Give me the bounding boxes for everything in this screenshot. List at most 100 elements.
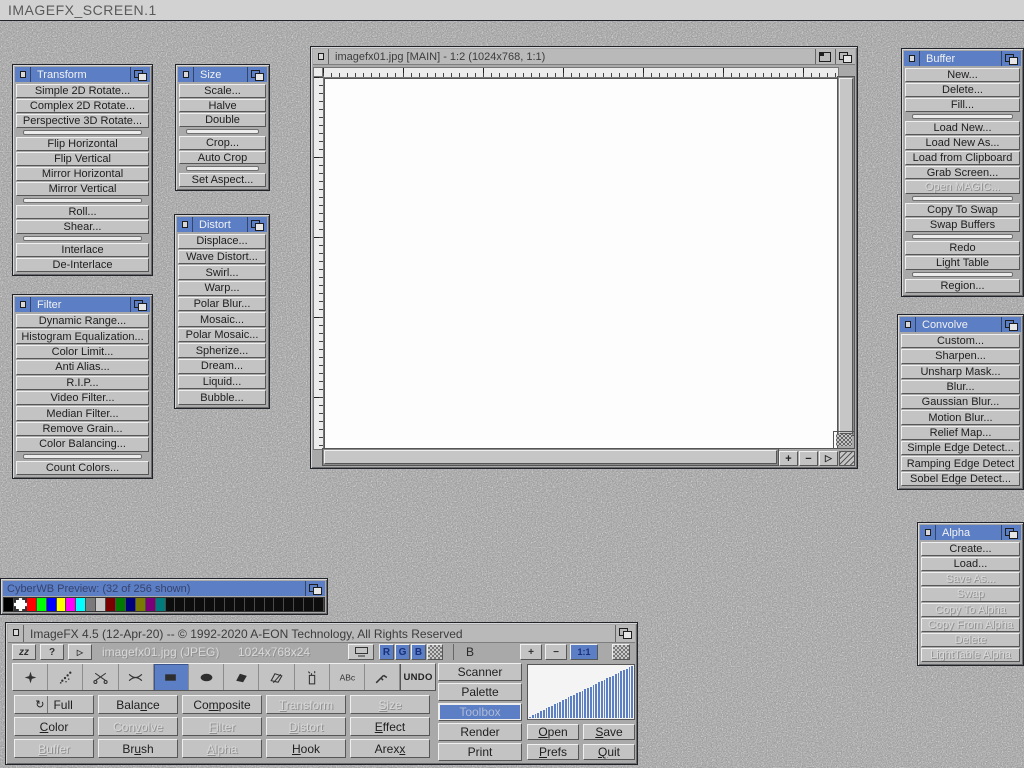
flip-horizontal-button[interactable]: Flip Horizontal — [16, 137, 149, 151]
color-swatch-24[interactable] — [245, 598, 255, 611]
depth-icon[interactable] — [615, 625, 635, 642]
wave-distort-button[interactable]: Wave Distort... — [178, 250, 266, 265]
displace-button[interactable]: Displace... — [178, 234, 266, 249]
swirl-button[interactable]: Swirl... — [178, 265, 266, 280]
create-button[interactable]: Create... — [921, 542, 1020, 556]
sobel-edge-detect-button[interactable]: Sobel Edge Detect... — [901, 472, 1020, 486]
print-button[interactable]: Print — [438, 743, 522, 761]
depth-icon[interactable] — [835, 49, 855, 64]
region-button[interactable]: Region... — [905, 279, 1020, 293]
zoom-in-button[interactable]: + — [779, 451, 798, 466]
color-swatch-8[interactable] — [86, 598, 96, 611]
redo-button[interactable]: Redo — [905, 241, 1020, 255]
rectangle-tool-icon[interactable] — [154, 664, 189, 690]
de-interlace-button[interactable]: De-Interlace — [16, 258, 149, 272]
interlace-button[interactable]: Interlace — [16, 243, 149, 257]
double-button[interactable]: Double — [179, 113, 266, 127]
size-titlebar[interactable]: Size — [178, 67, 267, 82]
crop-button[interactable]: Crop... — [179, 136, 266, 150]
color-swatch-29[interactable] — [294, 598, 304, 611]
color-swatch-25[interactable] — [255, 598, 265, 611]
zoom-gadget-icon[interactable] — [815, 49, 835, 64]
close-icon[interactable] — [904, 51, 920, 66]
histogram-equalization-button[interactable]: Histogram Equalization... — [16, 329, 149, 343]
color-swatch-5[interactable] — [57, 598, 67, 611]
color-swatch-3[interactable] — [37, 598, 47, 611]
color-swatch-6[interactable] — [66, 598, 76, 611]
color-swatch-2[interactable] — [27, 598, 37, 611]
dream-button[interactable]: Dream... — [178, 359, 266, 374]
help-button[interactable]: ? — [40, 644, 64, 660]
close-icon[interactable] — [8, 625, 24, 642]
grab-screen-button[interactable]: Grab Screen... — [905, 166, 1020, 180]
depth-icon[interactable] — [1001, 51, 1021, 66]
polar-blur-button[interactable]: Polar Blur... — [178, 297, 266, 312]
color-swatch-28[interactable] — [284, 598, 294, 611]
text-tool-icon[interactable]: ABc — [330, 664, 365, 690]
light-table-button[interactable]: Light Table — [905, 256, 1020, 270]
dither-pattern-icon[interactable] — [427, 644, 443, 660]
depth-icon[interactable] — [1001, 525, 1021, 540]
full-button[interactable]: ↻Full — [14, 695, 94, 714]
balance-button[interactable]: Balance — [98, 695, 178, 714]
liquid-button[interactable]: Liquid... — [178, 375, 266, 390]
ellipse-tool-icon[interactable] — [189, 664, 224, 690]
mirror-vertical-button[interactable]: Mirror Vertical — [16, 182, 149, 196]
close-icon[interactable] — [920, 525, 936, 540]
color-swatch-21[interactable] — [215, 598, 225, 611]
depth-icon[interactable] — [130, 297, 150, 312]
dynamic-range-button[interactable]: Dynamic Range... — [16, 314, 149, 328]
unsharp-mask-button[interactable]: Unsharp Mask... — [901, 365, 1020, 379]
motion-blur-button[interactable]: Motion Blur... — [901, 410, 1020, 424]
horizontal-scrollbar-thumb[interactable] — [324, 450, 777, 464]
color-limit-button[interactable]: Color Limit... — [16, 345, 149, 359]
render-button[interactable]: Render — [438, 723, 522, 741]
depth-icon[interactable] — [247, 67, 267, 82]
filter-titlebar[interactable]: Filter — [15, 297, 150, 312]
scanner-button[interactable]: Scanner — [438, 663, 522, 681]
arexx-button[interactable]: Arexx — [350, 739, 430, 758]
color-swatch-18[interactable] — [185, 598, 195, 611]
close-icon[interactable] — [178, 67, 194, 82]
color-swatch-22[interactable] — [225, 598, 235, 611]
pointer-tool-icon[interactable] — [13, 664, 48, 690]
mosaic-button[interactable]: Mosaic... — [178, 312, 266, 327]
close-icon[interactable] — [15, 67, 31, 82]
toolbox-titlebar[interactable]: ImageFX 4.5 (12-Apr-20) -- © 1992-2020 A… — [8, 625, 635, 643]
color-swatch-13[interactable] — [136, 598, 146, 611]
polar-mosaic-button[interactable]: Polar Mosaic... — [178, 328, 266, 343]
color-swatch-23[interactable] — [235, 598, 245, 611]
scissors-closed-tool-icon[interactable] — [119, 664, 154, 690]
convolve-titlebar[interactable]: Convolve — [900, 317, 1021, 332]
popup-button[interactable]: ▷ — [68, 644, 92, 660]
color-swatch-31[interactable] — [314, 598, 324, 611]
close-icon[interactable] — [15, 297, 31, 312]
depth-icon[interactable] — [305, 581, 325, 596]
zoom-out-button[interactable]: − — [799, 451, 818, 466]
color-swatch-16[interactable] — [166, 598, 176, 611]
transform-titlebar[interactable]: Transform — [15, 67, 150, 82]
simple-2d-rotate-button[interactable]: Simple 2D Rotate... — [16, 84, 149, 98]
horizontal-scrollbar[interactable] — [322, 448, 779, 466]
palette-button[interactable]: Palette — [438, 683, 522, 701]
scale-button[interactable]: Scale... — [179, 84, 266, 98]
color-swatch-11[interactable] — [116, 598, 126, 611]
spherize-button[interactable]: Spherize... — [178, 343, 266, 358]
blur-button[interactable]: Blur... — [901, 380, 1020, 394]
color-swatch-20[interactable] — [205, 598, 215, 611]
custom-button[interactable]: Custom... — [901, 334, 1020, 348]
screen-mode-button[interactable] — [348, 644, 374, 660]
perspective-3d-rotate-button[interactable]: Perspective 3D Rotate... — [16, 114, 149, 128]
color-swatch-19[interactable] — [195, 598, 205, 611]
color-swatch-4[interactable] — [47, 598, 57, 611]
depth-icon[interactable] — [247, 217, 267, 232]
color-swatch-15[interactable] — [156, 598, 166, 611]
screen-titlebar[interactable]: IMAGEFX_SCREEN.1 — [0, 0, 1024, 21]
scroll-arrow-button[interactable]: ▷ — [819, 451, 838, 466]
r-i-p-button[interactable]: R.I.P... — [16, 376, 149, 390]
relief-map-button[interactable]: Relief Map... — [901, 426, 1020, 440]
bubble-button[interactable]: Bubble... — [178, 390, 266, 405]
magnify-in-button[interactable]: + — [520, 644, 542, 660]
magnify-out-button[interactable]: − — [545, 644, 567, 660]
close-icon[interactable] — [313, 49, 329, 64]
